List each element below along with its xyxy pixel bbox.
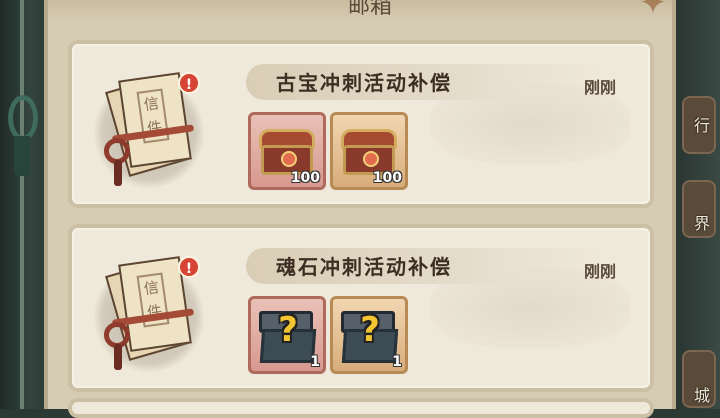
mail-panel: 邮箱 ✦ 信件 ! 古宝冲刺活动补偿 刚刚 100 100 信件 ! 魂石冲刺活…: [44, 0, 676, 418]
letter-tassel: [114, 344, 122, 370]
reward-item[interactable]: ? 1: [330, 296, 408, 374]
question-mark-icon: ?: [278, 310, 298, 350]
mail-item[interactable]: 信件 ! 古宝冲刺活动补偿 刚刚 100 100: [68, 40, 654, 208]
letter-icon: 信件 !: [94, 68, 204, 188]
panel-title: 邮箱: [348, 0, 393, 19]
jade-ring-ornament: [8, 95, 38, 141]
corner-star-icon: ✦: [638, 0, 668, 23]
mail-item[interactable]: 信件 ! 魂石冲刺活动补偿 刚刚 ? 1 ? 1: [68, 224, 654, 392]
panel-header: 邮箱 ✦: [48, 0, 672, 22]
question-mark-icon: ?: [360, 310, 380, 350]
right-nav-label-2: 界: [693, 214, 710, 233]
reward-count: 1: [310, 354, 320, 370]
mail-list: 信件 ! 古宝冲刺活动补偿 刚刚 100 100 信件 ! 魂石冲刺活动补偿 刚…: [68, 40, 654, 408]
rope-decoration: [20, 0, 24, 409]
letter-icon: 信件 !: [94, 252, 204, 372]
unread-badge-icon: !: [178, 256, 200, 278]
mail-item-partial[interactable]: [68, 398, 654, 418]
unread-badge-icon: !: [178, 72, 200, 94]
mail-title: 魂石冲刺活动补偿: [276, 255, 452, 279]
right-nav: 行 界 城: [676, 0, 720, 409]
right-nav-label-1: 行: [693, 116, 710, 135]
reward-count: 1: [392, 354, 402, 370]
reward-count: 100: [372, 170, 402, 186]
reward-item[interactable]: 100: [330, 112, 408, 190]
reward-item[interactable]: 100: [248, 112, 326, 190]
chest-gem: [281, 151, 297, 167]
right-nav-label-3: 城: [693, 386, 710, 405]
chest-gem: [363, 151, 379, 167]
mail-title: 古宝冲刺活动补偿: [276, 71, 452, 95]
letter-tassel: [114, 160, 122, 186]
mail-time: 刚刚: [584, 262, 617, 281]
reward-item[interactable]: ? 1: [248, 296, 326, 374]
left-decoration: [0, 0, 50, 409]
reward-count: 100: [290, 170, 320, 186]
tassel-ornament: [14, 136, 30, 176]
mail-time: 刚刚: [584, 78, 617, 97]
